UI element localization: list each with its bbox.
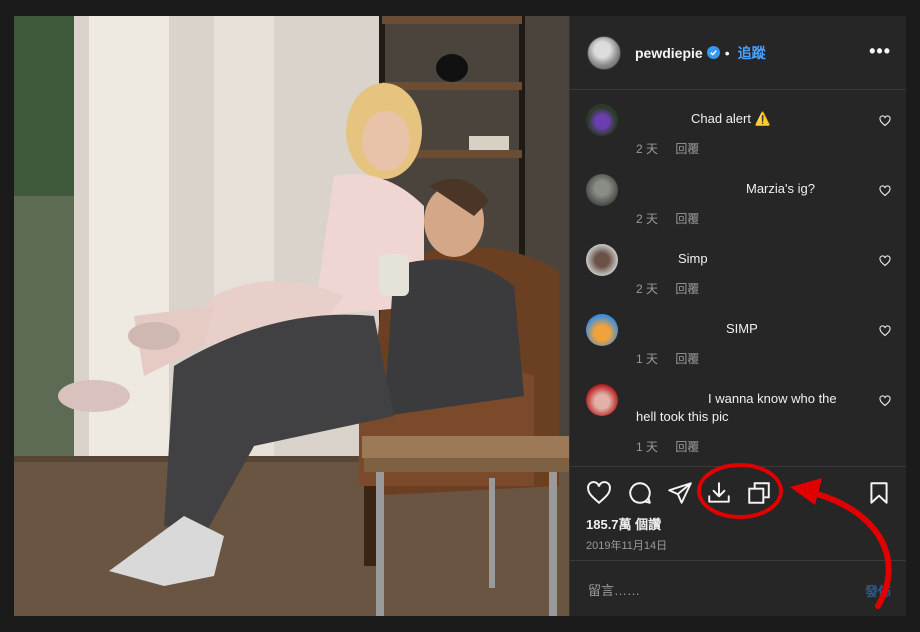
comment-age: 2 天 — [636, 212, 659, 226]
comment-text: Simp — [678, 251, 708, 266]
post-date[interactable]: 2019年11月14日 — [586, 537, 667, 553]
comment-age: 2 天 — [636, 142, 659, 156]
post-header: pewdiepie • 追蹤 ••• — [570, 16, 906, 90]
comment-input[interactable] — [586, 577, 830, 603]
comment-avatar[interactable] — [586, 314, 618, 346]
comment-list[interactable]: Chad alert ⚠️ 2 天 回覆 Marzia's ig? 2 天 回覆 — [570, 90, 906, 466]
bookmark-icon[interactable] — [866, 480, 892, 506]
separator-dot: • — [724, 44, 730, 61]
add-comment-bar: 發佈 — [570, 560, 906, 616]
like-comment-heart-icon[interactable] — [879, 115, 891, 127]
download-icon[interactable] — [706, 480, 732, 506]
share-icon[interactable] — [667, 480, 693, 506]
comment-age: 1 天 — [636, 440, 659, 454]
post-comment-button[interactable]: 發佈 — [865, 581, 891, 600]
post-photo[interactable] — [14, 16, 569, 616]
reply-button[interactable]: 回覆 — [675, 440, 699, 454]
comment-text: I wanna know who the hell took this pic — [636, 391, 837, 424]
like-comment-heart-icon[interactable] — [879, 395, 891, 407]
post-modal: pewdiepie • 追蹤 ••• Chad alert ⚠️ 2 天 回覆 — [14, 16, 906, 616]
comment-meta: 2 天 回覆 — [636, 210, 713, 227]
heart-icon[interactable] — [586, 480, 612, 506]
like-comment-heart-icon[interactable] — [879, 255, 891, 267]
comment-avatar[interactable] — [586, 384, 618, 416]
comment-age: 2 天 — [636, 282, 659, 296]
more-options-button[interactable]: ••• — [869, 41, 891, 62]
comment-meta: 2 天 回覆 — [636, 280, 713, 297]
action-bar: 185.7萬 個讚 2019年11月14日 發佈 — [570, 466, 906, 616]
copy-icon[interactable] — [746, 480, 772, 506]
comment-avatar[interactable] — [586, 244, 618, 276]
comment-text: SIMP — [726, 321, 758, 336]
follow-button[interactable]: 追蹤 — [738, 43, 766, 63]
comment-icon[interactable] — [627, 480, 653, 506]
comment-text: Chad alert ⚠️ — [691, 111, 771, 126]
comment-age: 1 天 — [636, 352, 659, 366]
verified-badge-icon — [706, 46, 720, 59]
comment-avatar[interactable] — [586, 104, 618, 136]
comment-avatar[interactable] — [586, 174, 618, 206]
avatar[interactable] — [587, 35, 621, 70]
reply-button[interactable]: 回覆 — [675, 142, 699, 156]
post-side-panel: pewdiepie • 追蹤 ••• Chad alert ⚠️ 2 天 回覆 — [569, 16, 906, 616]
username[interactable]: pewdiepie — [635, 45, 703, 61]
reply-button[interactable]: 回覆 — [675, 282, 699, 296]
reply-button[interactable]: 回覆 — [675, 352, 699, 366]
views-count[interactable]: 185.7萬 個讚 — [586, 514, 661, 533]
comment-meta: 2 天 回覆 — [636, 140, 713, 157]
like-comment-heart-icon[interactable] — [879, 325, 891, 337]
comment-meta: 1 天 回覆 — [636, 438, 713, 455]
like-comment-heart-icon[interactable] — [879, 185, 891, 197]
comment-meta: 1 天 回覆 — [636, 350, 713, 367]
photo-illustration — [14, 16, 569, 616]
comment-text: Marzia's ig? — [746, 181, 815, 196]
reply-button[interactable]: 回覆 — [675, 212, 699, 226]
